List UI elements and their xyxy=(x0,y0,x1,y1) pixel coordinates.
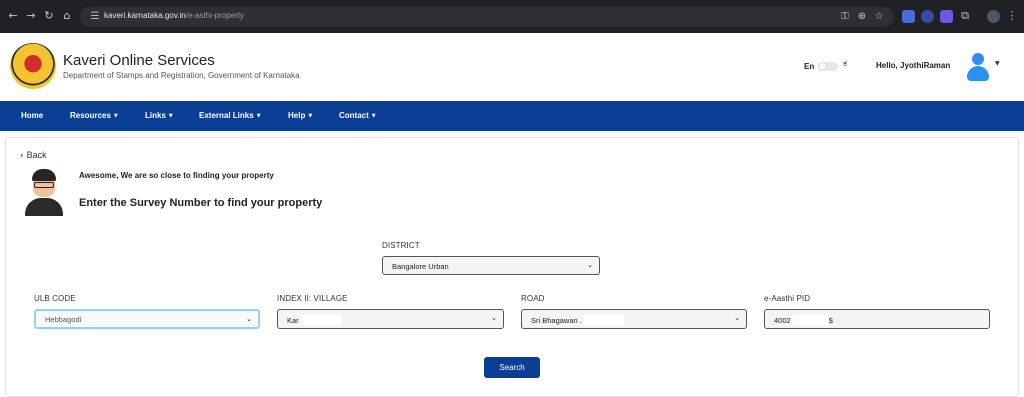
browser-toolbar: ← → ↻ ⌂ ☰ kaveri.karnataka.gov.in/e-asth… xyxy=(0,0,1024,33)
village-value: Kar xyxy=(287,316,299,325)
profile-icon[interactable] xyxy=(987,10,1000,23)
pid-suffix: $ xyxy=(828,316,833,325)
app-title: Kaveri Online Services xyxy=(63,52,215,69)
site-settings-icon[interactable]: ☰ xyxy=(88,10,102,24)
ulb-code-value: Hebbagodi xyxy=(45,315,82,324)
assistant-avatar-illustration xyxy=(22,166,68,216)
district-value: Bangalore Urban xyxy=(392,262,449,271)
redacted-block xyxy=(300,315,341,325)
extensions-puzzle-icon[interactable]: ⧉ xyxy=(958,9,972,23)
ulb-code-label: ULB CODE xyxy=(34,294,76,303)
user-avatar-icon[interactable] xyxy=(964,53,992,81)
redacted-block xyxy=(792,315,829,325)
nav-contact[interactable]: Contact ▼ xyxy=(339,111,376,120)
browser-menu-icon[interactable]: ⋮ xyxy=(1005,9,1019,23)
avatar-head xyxy=(972,53,984,65)
helper-message: Awesome, We are so close to finding your… xyxy=(79,171,274,180)
section-heading: Enter the Survey Number to find your pro… xyxy=(79,197,323,209)
nav-help[interactable]: Help ▼ xyxy=(288,111,312,120)
url-host: kaveri.karnataka.gov.in xyxy=(104,11,186,20)
nav-links[interactable]: Links ▼ xyxy=(145,111,173,120)
nav-resources-label: Resources xyxy=(70,111,111,120)
village-select[interactable]: Kar ⌄ xyxy=(277,309,504,329)
district-label: DISTRICT xyxy=(382,241,420,250)
karnataka-emblem-logo xyxy=(10,43,56,89)
avatar-body xyxy=(967,66,989,81)
redacted-block xyxy=(583,315,624,325)
language-en-label: En xyxy=(804,62,815,71)
back-arrow-icon[interactable]: ← xyxy=(6,9,20,23)
nav-home[interactable]: Home xyxy=(21,111,43,120)
language-kn-label: ಕ xyxy=(843,59,848,69)
app-header: Kaveri Online Services Department of Sta… xyxy=(0,33,1024,101)
toggle-knob xyxy=(819,63,826,70)
district-select[interactable]: Bangalore Urban ⌄ xyxy=(382,256,600,275)
pid-label: e-Aasthi PID xyxy=(764,294,811,303)
back-label: Back xyxy=(26,150,47,160)
dropdown-caret-icon: ▼ xyxy=(168,113,173,119)
chevron-down-icon: ⌄ xyxy=(491,314,497,322)
avatar-torso xyxy=(25,198,63,216)
road-label: ROAD xyxy=(521,294,545,303)
nav-links-label: Links xyxy=(145,111,166,120)
pid-input[interactable]: 4002 $ xyxy=(764,309,990,329)
nav-help-label: Help xyxy=(288,111,306,120)
extension-icon[interactable] xyxy=(921,10,934,23)
chevron-down-icon: ⌄ xyxy=(587,261,593,269)
extension-icon[interactable] xyxy=(902,10,915,23)
nav-home-label: Home xyxy=(21,111,44,120)
url-path: /e-asthi-property xyxy=(185,11,244,20)
road-select[interactable]: Sri Bhagawan . ⌄ xyxy=(521,309,747,329)
forward-arrow-icon[interactable]: → xyxy=(24,9,38,23)
app-subtitle: Department of Stamps and Registration, G… xyxy=(63,71,300,80)
nav-contact-label: Contact xyxy=(339,111,369,120)
home-icon[interactable]: ⌂ xyxy=(60,9,74,23)
password-key-icon[interactable]: ⚿ xyxy=(838,10,852,24)
nav-external-links-label: External Links xyxy=(199,111,254,120)
chevron-down-icon: ⌄ xyxy=(246,315,252,323)
chevron-down-icon: ⌄ xyxy=(734,314,740,322)
language-toggle[interactable] xyxy=(818,62,838,71)
zoom-icon[interactable]: ⊕ xyxy=(855,10,869,24)
nav-external-links[interactable]: External Links ▼ xyxy=(199,111,261,120)
extension-icon[interactable] xyxy=(940,10,953,23)
avatar-hair xyxy=(32,169,56,181)
main-nav: Home Resources ▼ Links ▼ External Links ▼ H… xyxy=(0,101,1024,131)
user-menu-caret-icon[interactable]: ▼ xyxy=(995,60,1000,67)
user-greeting: Hello, JyothiRaman xyxy=(876,61,951,70)
address-bar[interactable]: ☰ kaveri.karnataka.gov.in/e-asthi-proper… xyxy=(80,7,894,27)
nav-resources[interactable]: Resources ▼ xyxy=(70,111,118,120)
back-link[interactable]: ‹ Back xyxy=(20,150,47,161)
reload-icon[interactable]: ↻ xyxy=(42,9,56,23)
ulb-code-select[interactable]: Hebbagodi ⌄ xyxy=(34,309,260,329)
url-text[interactable]: kaveri.karnataka.gov.in/e-asthi-property xyxy=(104,11,244,20)
dropdown-caret-icon: ▼ xyxy=(113,113,118,119)
chevron-left-icon: ‹ xyxy=(20,151,24,161)
dropdown-caret-icon: ▼ xyxy=(256,113,261,119)
property-search-card: ‹ Back Awesome, We are so close to findin… xyxy=(5,137,1019,397)
village-label: INDEX II: VILLAGE xyxy=(277,294,348,303)
search-button[interactable]: Search xyxy=(484,357,540,378)
bookmark-star-icon[interactable]: ☆ xyxy=(872,10,886,24)
avatar-glasses xyxy=(34,182,54,188)
road-value: Sri Bhagawan . xyxy=(531,316,582,325)
pid-value: 4002 xyxy=(774,316,791,325)
dropdown-caret-icon: ▼ xyxy=(371,113,376,119)
dropdown-caret-icon: ▼ xyxy=(308,113,313,119)
